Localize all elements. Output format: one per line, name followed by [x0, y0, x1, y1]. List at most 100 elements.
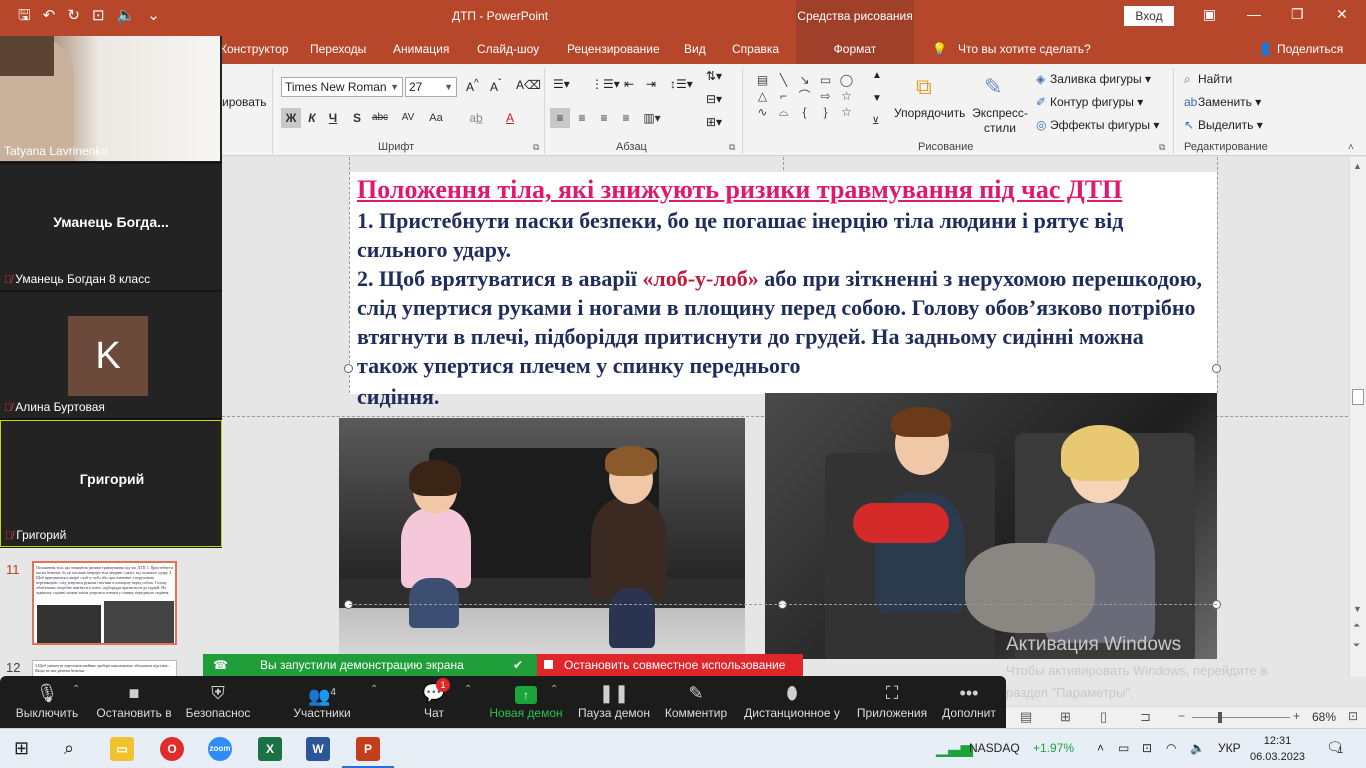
scroll-down-icon[interactable]: ▼ — [1353, 604, 1362, 614]
share-icon[interactable]: 👤 — [1258, 42, 1273, 56]
language-indicator[interactable]: УКР — [1218, 741, 1241, 755]
shape-fill-button[interactable]: ◈ Заливка фигуры ▾ — [1036, 72, 1151, 86]
tab-view[interactable]: Вид — [684, 42, 706, 56]
italic-button[interactable]: К — [302, 108, 322, 128]
zoom-in-icon[interactable]: + — [1293, 709, 1300, 723]
minimize-icon[interactable]: — — [1247, 6, 1261, 22]
highlight-color-icon[interactable]: ab̲ — [466, 108, 486, 128]
arrange-icon[interactable]: ⧉ — [916, 74, 932, 100]
align-right-icon[interactable]: ≡ — [594, 108, 614, 128]
stop-share-button[interactable]: Остановить совместное использование — [537, 654, 803, 676]
text-direction-icon[interactable]: ⇅▾ — [706, 69, 722, 83]
zoom-slider[interactable] — [1192, 717, 1290, 718]
tab-animations[interactable]: Анимация — [393, 42, 449, 56]
clipboard-partial-label[interactable]: ировать — [222, 95, 266, 109]
ribbon-display-icon[interactable]: ▣ — [1203, 6, 1216, 23]
shape-outline-button[interactable]: ✐ Контур фигуры ▾ — [1036, 95, 1143, 109]
tab-format[interactable]: Формат — [796, 34, 914, 64]
shapes-gallery[interactable]: ▤ ╲ ↘ ▭ ◯ △ ⌐ ⌒ ⇨ ☆ ∿ ⌓{} ☆ — [752, 72, 868, 120]
bullets-icon[interactable]: ☰▾ — [553, 77, 570, 91]
remote-control-button[interactable]: ⬮ Дистанционное у — [740, 680, 844, 720]
annotate-button[interactable]: ✎ Комментир — [662, 680, 730, 720]
char-spacing-button[interactable]: AV — [398, 108, 418, 128]
volume-icon[interactable]: 🔈 — [1190, 741, 1205, 755]
smartart-icon[interactable]: ⊞▾ — [706, 115, 722, 129]
decrease-indent-icon[interactable]: ⇤ — [624, 77, 634, 91]
rectangle-shape-icon[interactable]: ▭ — [815, 72, 836, 88]
zoom-level[interactable]: 68% — [1312, 710, 1336, 724]
signin-button[interactable]: Вход — [1124, 6, 1174, 26]
powerpoint-icon[interactable]: P — [356, 737, 380, 761]
gallery-up-icon[interactable]: ▲ — [872, 70, 882, 81]
chat-chevron-icon[interactable]: ⌃ — [464, 684, 472, 695]
gallery-more-icon[interactable]: ⊻ — [872, 116, 879, 127]
grow-font-icon[interactable]: A^ — [466, 78, 479, 94]
photo-children-back-seat[interactable] — [339, 418, 745, 660]
columns-icon[interactable]: ▥▾ — [642, 108, 662, 128]
windows-start-icon[interactable]: ⊞ — [14, 738, 29, 759]
pause-share-button[interactable]: ❚❚ Пауза демон — [576, 680, 652, 720]
quick-styles-icon[interactable]: ✎ — [984, 74, 1002, 100]
shape-effects-button[interactable]: ◎ Эффекты фигуры ▾ — [1036, 118, 1159, 132]
align-center-icon[interactable]: ≡ — [572, 108, 592, 128]
line-spacing-icon[interactable]: ↕☰▾ — [670, 77, 693, 91]
search-icon[interactable]: ⌕ — [64, 738, 74, 759]
increase-indent-icon[interactable]: ⇥ — [646, 77, 656, 91]
video-tile[interactable]: K 🎙̸ Алина Буртовая — [0, 292, 222, 419]
arrange-button[interactable]: Упорядочить — [894, 106, 965, 120]
video-tile[interactable]: Уманець Богда... 🎙̸ Уманець Богдан 8 клас… — [0, 164, 222, 291]
oval-shape-icon[interactable]: ◯ — [836, 72, 857, 88]
restore-icon[interactable]: ❐ — [1291, 6, 1304, 23]
find-button[interactable]: ⌕ Найти — [1184, 72, 1232, 87]
video-tile[interactable]: Tatyana Lavrinenko — [0, 36, 222, 163]
slide-textbox[interactable]: Положення тіла, які знижують ризики трав… — [349, 172, 1217, 394]
right-arrow-shape-icon[interactable]: ⇨ — [815, 88, 836, 104]
tab-transitions[interactable]: Переходы — [310, 42, 366, 56]
stop-video-button[interactable]: ■ Остановить в — [92, 680, 176, 720]
fit-slide-icon[interactable]: ⊡ — [1348, 709, 1358, 723]
apps-button[interactable]: ⛶ Приложения — [852, 680, 932, 720]
zoom-out-icon[interactable]: − — [1178, 709, 1185, 723]
resize-handle[interactable] — [1212, 364, 1221, 373]
battery-icon[interactable]: ▭ — [1118, 741, 1129, 755]
normal-view-icon[interactable]: ▤ — [1020, 709, 1032, 725]
curve-shape-icon[interactable]: ⌓ — [773, 104, 794, 120]
freeform-shape-icon[interactable]: ∿ — [752, 104, 773, 120]
slideshow-view-icon[interactable]: ⊐ — [1140, 709, 1151, 725]
brace-left-icon[interactable]: { — [794, 104, 815, 120]
replace-button[interactable]: abЗаменить ▾ — [1184, 95, 1261, 109]
change-case-button[interactable]: Aa — [426, 108, 446, 128]
brace-right-icon[interactable]: } — [815, 104, 836, 120]
scroll-thumb[interactable] — [1352, 389, 1364, 405]
align-left-icon[interactable]: ≡ — [550, 108, 570, 128]
bold-button[interactable]: Ж — [281, 108, 301, 128]
tray-chevron-icon[interactable]: ˄ — [1097, 741, 1104, 755]
video-tile-active-speaker[interactable]: Григорий 🎙̸ Григорий — [0, 420, 222, 547]
more-button[interactable]: ••• Дополнит — [938, 680, 1000, 720]
share-chevron-icon[interactable]: ⌃ — [550, 684, 558, 695]
align-text-icon[interactable]: ⊟▾ — [706, 92, 722, 106]
font-size-combo[interactable]: 27 ▼ — [405, 77, 457, 97]
security-button[interactable]: ⛨ Безопаснос — [182, 680, 254, 720]
vertical-scrollbar[interactable]: ▲ ▼ ⏶ ⏷ — [1349, 157, 1366, 677]
triangle-shape-icon[interactable]: △ — [752, 88, 773, 104]
wifi-icon[interactable]: ◠ — [1166, 741, 1176, 755]
sorter-view-icon[interactable]: ⊞ — [1060, 709, 1071, 725]
tab-help[interactable]: Справка — [732, 42, 779, 56]
select-button[interactable]: ↖ Выделить ▾ — [1184, 118, 1263, 132]
star-shape-icon[interactable]: ☆ — [836, 88, 857, 104]
close-icon[interactable]: ✕ — [1336, 6, 1348, 23]
system-clock[interactable]: 12:31 06.03.2023 — [1250, 733, 1305, 765]
excel-icon[interactable]: X — [258, 737, 282, 761]
opera-icon[interactable]: O — [160, 737, 184, 761]
scroll-up-icon[interactable]: ▲ — [1353, 161, 1362, 171]
shrink-font-icon[interactable]: Aˇ — [490, 78, 501, 94]
stock-ticker[interactable]: NASDAQ — [969, 741, 1020, 755]
gallery-down-icon[interactable]: ▼ — [872, 93, 882, 104]
zoom-app-icon[interactable]: zoom — [208, 737, 232, 761]
slide-thumbnail[interactable]: Положення тіла, які знижують ризики трав… — [32, 561, 177, 645]
zoom-slider-thumb[interactable] — [1218, 712, 1222, 723]
textbox-shape-icon[interactable]: ▤ — [752, 72, 773, 88]
tell-me-search[interactable]: Что вы хотите сделать? — [958, 42, 1091, 56]
word-icon[interactable]: W — [306, 737, 330, 761]
